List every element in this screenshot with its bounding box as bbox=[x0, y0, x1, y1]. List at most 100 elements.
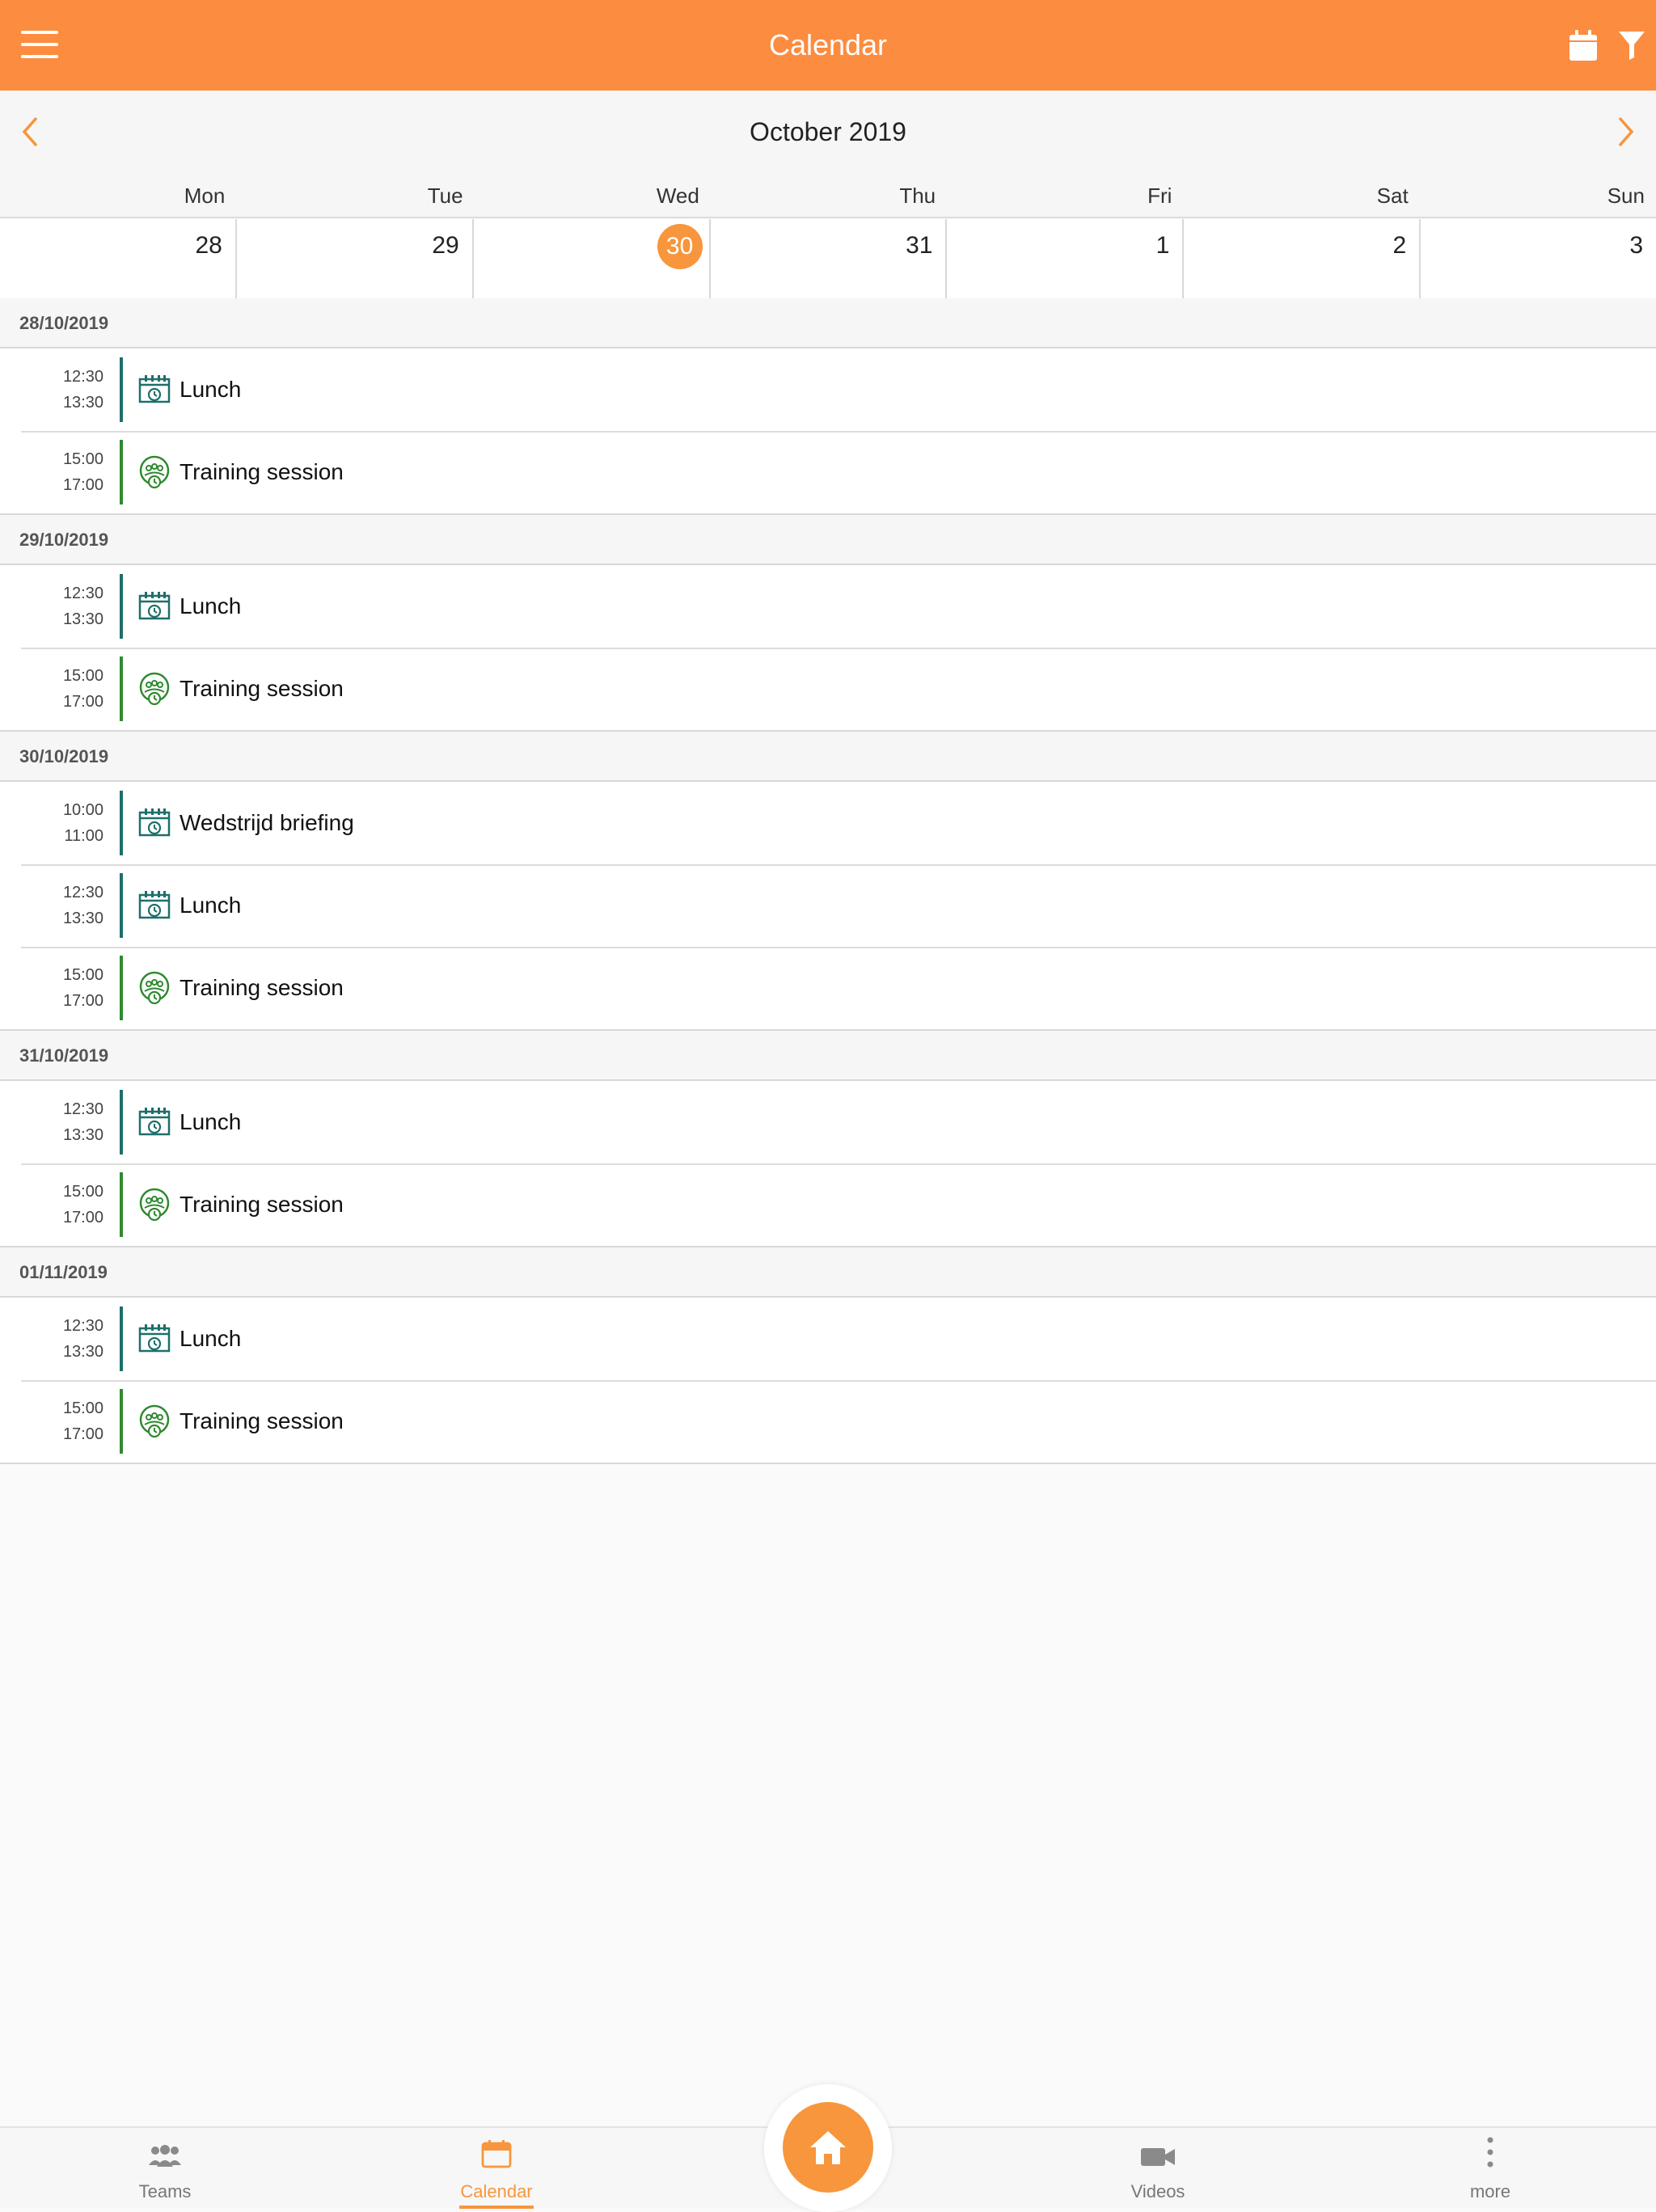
event-row[interactable]: 15:00 17:00 Training session bbox=[0, 1163, 1656, 1246]
month-label: October 2019 bbox=[750, 116, 906, 146]
event-start: 15:00 bbox=[62, 450, 104, 468]
event-end: 13:30 bbox=[62, 1126, 104, 1144]
tab-label: Calendar bbox=[460, 2181, 533, 2201]
filter-icon[interactable] bbox=[1607, 24, 1656, 66]
day-cell[interactable]: 3 bbox=[1421, 219, 1656, 298]
event-row[interactable]: 10:00 11:00 Wedstrijd briefing bbox=[0, 782, 1656, 864]
event-title: Training session bbox=[180, 459, 344, 484]
date-header: 29/10/2019 bbox=[0, 515, 1656, 565]
event-row[interactable]: 12:30 13:30 Lunch bbox=[0, 565, 1656, 648]
meeting-icon bbox=[137, 805, 173, 841]
day-number: 29 bbox=[432, 232, 459, 259]
home-icon bbox=[810, 2131, 846, 2164]
date-header: 31/10/2019 bbox=[0, 1031, 1656, 1081]
weekday-label: Tue bbox=[427, 184, 463, 208]
event-title: Wedstrijd briefing bbox=[180, 810, 354, 835]
event-row[interactable]: 12:30 13:30 Lunch bbox=[0, 1081, 1656, 1163]
day-number: 31 bbox=[906, 232, 933, 259]
meeting-icon bbox=[137, 1321, 173, 1357]
event-title: Training session bbox=[180, 975, 344, 1000]
home-button[interactable] bbox=[783, 2102, 873, 2193]
date-header: 28/10/2019 bbox=[0, 298, 1656, 348]
weekday-label: Sat bbox=[1376, 184, 1409, 208]
calendar-icon bbox=[408, 2128, 585, 2168]
event-start: 15:00 bbox=[62, 667, 104, 685]
meeting-icon bbox=[137, 372, 173, 407]
event-type-bar bbox=[120, 574, 123, 639]
weekday-label: Wed bbox=[656, 184, 699, 208]
event-group: 12:30 13:30 Lunch 15:00 17:00 Training ses… bbox=[0, 1298, 1656, 1464]
event-type-bar bbox=[120, 1172, 123, 1237]
weekday-label: Fri bbox=[1147, 184, 1172, 208]
meeting-icon bbox=[137, 589, 173, 624]
event-type-bar bbox=[120, 656, 123, 721]
event-title: Lunch bbox=[180, 893, 242, 918]
event-type-bar bbox=[120, 791, 123, 855]
event-end: 17:00 bbox=[62, 1425, 104, 1443]
calendar-icon[interactable] bbox=[1559, 24, 1607, 66]
event-title: Training session bbox=[180, 1408, 344, 1433]
previous-month-button[interactable] bbox=[11, 113, 49, 150]
tab-label: Videos bbox=[1130, 2181, 1185, 2201]
event-end: 13:30 bbox=[62, 394, 104, 412]
meeting-icon bbox=[137, 1104, 173, 1140]
training-icon bbox=[137, 1404, 173, 1439]
event-times: 15:00 17:00 bbox=[0, 1179, 120, 1231]
event-type-bar bbox=[120, 873, 123, 938]
date-header: 01/11/2019 bbox=[0, 1247, 1656, 1298]
event-group: 10:00 11:00 Wedstrijd briefing 12:30 13:30… bbox=[0, 782, 1656, 1031]
tab-more[interactable]: more bbox=[1401, 2128, 1579, 2209]
event-times: 12:30 13:30 bbox=[0, 1096, 120, 1148]
date-header: 30/10/2019 bbox=[0, 732, 1656, 782]
event-row[interactable]: 15:00 17:00 Training session bbox=[0, 1380, 1656, 1463]
next-month-button[interactable] bbox=[1607, 113, 1645, 150]
more-vertical-icon bbox=[1401, 2128, 1579, 2168]
day-cell[interactable]: 2 bbox=[1184, 219, 1422, 298]
video-camera-icon bbox=[1069, 2128, 1247, 2168]
app-header: Calendar bbox=[0, 0, 1656, 91]
training-icon bbox=[137, 970, 173, 1006]
weekday-label: Mon bbox=[184, 184, 226, 208]
event-row[interactable]: 15:00 17:00 Training session bbox=[0, 648, 1656, 730]
event-row[interactable]: 15:00 17:00 Training session bbox=[0, 431, 1656, 513]
day-cell[interactable]: 29 bbox=[237, 219, 474, 298]
day-number: 28 bbox=[195, 232, 222, 259]
tab-label: Teams bbox=[138, 2181, 192, 2201]
tab-calendar[interactable]: Calendar bbox=[408, 2128, 585, 2209]
day-cell[interactable]: 31 bbox=[711, 219, 948, 298]
menu-icon[interactable] bbox=[21, 31, 58, 58]
event-start: 15:00 bbox=[62, 1183, 104, 1201]
day-number: 3 bbox=[1629, 232, 1644, 259]
day-cell-today[interactable]: 30 bbox=[474, 219, 711, 298]
event-start: 12:30 bbox=[62, 1317, 104, 1335]
header-actions bbox=[1559, 24, 1656, 66]
day-cell[interactable]: 1 bbox=[947, 219, 1185, 298]
event-end: 11:00 bbox=[64, 827, 104, 845]
tab-videos[interactable]: Videos bbox=[1069, 2128, 1247, 2209]
event-row[interactable]: 12:30 13:30 Lunch bbox=[0, 864, 1656, 947]
event-group: 12:30 13:30 Lunch 15:00 17:00 Training ses… bbox=[0, 565, 1656, 732]
weekday-label: Thu bbox=[899, 184, 936, 208]
event-row[interactable]: 15:00 17:00 Training session bbox=[0, 947, 1656, 1029]
event-type-bar bbox=[120, 1307, 123, 1371]
event-end: 13:30 bbox=[62, 910, 104, 927]
event-times: 12:30 13:30 bbox=[0, 1313, 120, 1365]
event-type-bar bbox=[120, 956, 123, 1020]
event-title: Lunch bbox=[180, 1109, 242, 1134]
event-row[interactable]: 12:30 13:30 Lunch bbox=[0, 348, 1656, 431]
tab-label: more bbox=[1469, 2181, 1511, 2201]
event-end: 17:00 bbox=[62, 992, 104, 1010]
event-row[interactable]: 12:30 13:30 Lunch bbox=[0, 1298, 1656, 1380]
event-type-bar bbox=[120, 1389, 123, 1454]
tab-teams[interactable]: Teams bbox=[76, 2128, 254, 2209]
event-times: 15:00 17:00 bbox=[0, 962, 120, 1014]
event-type-bar bbox=[120, 440, 123, 504]
event-title: Lunch bbox=[180, 377, 242, 402]
event-start: 15:00 bbox=[62, 1399, 104, 1417]
event-title: Training session bbox=[180, 1192, 344, 1217]
event-start: 12:30 bbox=[62, 884, 104, 901]
day-cell[interactable]: 28 bbox=[0, 219, 237, 298]
teams-icon bbox=[76, 2128, 254, 2168]
event-start: 10:00 bbox=[62, 801, 104, 819]
today-number: 30 bbox=[657, 224, 703, 269]
